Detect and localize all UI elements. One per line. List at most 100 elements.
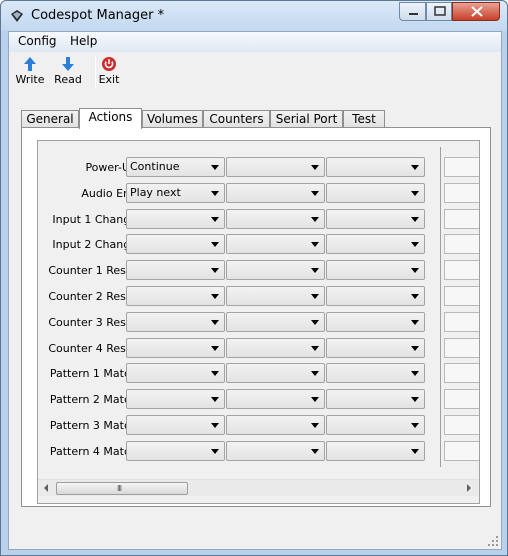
action-dropdown[interactable] <box>226 234 325 255</box>
action-dropdown[interactable] <box>326 208 425 229</box>
action-dropdown[interactable] <box>326 440 425 461</box>
close-icon <box>471 6 483 17</box>
action-cell-partial[interactable] <box>444 208 479 229</box>
action-cell-partial[interactable] <box>444 182 479 203</box>
action-cell-partial[interactable] <box>444 157 479 177</box>
chevron-down-icon <box>311 294 319 299</box>
action-dropdown[interactable] <box>226 363 325 384</box>
action-dropdown[interactable] <box>326 234 425 255</box>
chevron-down-icon <box>311 345 319 351</box>
action-dropdown[interactable] <box>126 311 225 332</box>
action-cell-partial[interactable] <box>444 311 479 332</box>
action-dropdown[interactable] <box>326 337 425 358</box>
scroll-right-arrow-icon[interactable] <box>467 484 471 492</box>
action-dropdown[interactable] <box>126 286 225 306</box>
action-dropdown[interactable] <box>126 415 225 435</box>
action-dropdown[interactable] <box>326 363 425 384</box>
tab-counters[interactable]: Counters <box>203 110 270 128</box>
action-row-label: Pattern 3 Match <box>49 419 137 432</box>
scroll-left-arrow-icon[interactable] <box>44 484 48 492</box>
action-dropdown[interactable] <box>226 440 325 461</box>
power-icon <box>102 57 116 71</box>
action-dropdown[interactable] <box>126 440 225 461</box>
exit-label: Exit <box>98 73 120 86</box>
action-dropdown[interactable] <box>326 157 425 177</box>
action-dropdown[interactable] <box>226 286 325 306</box>
chevron-down-icon <box>311 371 319 377</box>
action-dropdown[interactable] <box>326 182 425 203</box>
action-dropdown[interactable] <box>126 260 225 281</box>
tab-serial-port[interactable]: Serial Port <box>270 110 343 128</box>
action-row-label: Pattern 4 Match <box>49 444 137 458</box>
action-cell-partial[interactable] <box>444 286 479 306</box>
maximize-icon <box>434 6 446 16</box>
tab-general[interactable]: General <box>21 110 79 128</box>
menu-bar: Config Help <box>9 32 501 52</box>
action-dropdown[interactable] <box>226 260 325 281</box>
close-button[interactable] <box>452 2 500 21</box>
action-dropdown[interactable] <box>326 286 425 306</box>
action-dropdown[interactable] <box>326 389 425 410</box>
action-cell-partial[interactable] <box>444 260 479 281</box>
minimize-button[interactable] <box>399 2 426 21</box>
action-row: Audio End Play next <box>38 182 479 205</box>
action-row: Pattern 1 Match <box>38 363 479 385</box>
action-dropdown[interactable] <box>126 363 225 384</box>
chevron-down-icon <box>211 397 219 403</box>
resize-grip-icon[interactable] <box>487 535 499 547</box>
chevron-down-icon <box>311 319 319 325</box>
chevron-down-icon <box>411 319 419 325</box>
chevron-down-icon <box>411 423 419 428</box>
action-dropdown[interactable] <box>226 157 325 177</box>
action-dropdown[interactable] <box>226 415 325 435</box>
action-dropdown[interactable] <box>326 260 425 281</box>
action-dropdown[interactable] <box>126 234 225 255</box>
app-window: Codespot Manager * Config Help Write Rea… <box>0 0 508 556</box>
action-row: Counter 4 Reset <box>38 337 479 360</box>
chevron-down-icon <box>311 242 319 248</box>
action-dropdown[interactable]: Continue <box>126 157 225 177</box>
tab-strip: General Actions Volumes Counters Serial … <box>21 108 491 129</box>
title-bar[interactable]: Codespot Manager * <box>1 1 507 31</box>
action-cell-partial[interactable] <box>444 415 479 435</box>
horizontal-scrollbar[interactable]: III <box>38 479 479 496</box>
chevron-down-icon <box>211 216 219 222</box>
chevron-down-icon <box>211 423 219 428</box>
action-row-label: Input 2 Change <box>52 238 137 252</box>
action-cell-partial[interactable] <box>444 440 479 461</box>
menu-help[interactable]: Help <box>68 34 99 48</box>
actions-scroll-area[interactable]: Power-Up Continue Audio End Play next Input … <box>37 140 480 504</box>
menu-config[interactable]: Config <box>16 34 59 48</box>
action-row-label: Counter 3 Reset <box>48 315 137 329</box>
chevron-down-icon <box>411 345 419 351</box>
window-title: Codespot Manager * <box>31 8 165 23</box>
tab-test[interactable]: Test <box>343 110 385 128</box>
write-button[interactable]: Write <box>10 56 50 92</box>
exit-button[interactable]: Exit <box>89 56 129 92</box>
action-cell-partial[interactable] <box>444 363 479 384</box>
action-dropdown[interactable] <box>226 311 325 332</box>
action-dropdown[interactable] <box>326 415 425 435</box>
action-cell-partial[interactable] <box>444 337 479 358</box>
action-cell-partial[interactable] <box>444 234 479 255</box>
action-dropdown[interactable] <box>226 337 325 358</box>
scrollbar-grip: III <box>117 484 122 493</box>
action-dropdown[interactable] <box>226 389 325 410</box>
maximize-button[interactable] <box>426 2 452 21</box>
action-dropdown[interactable] <box>126 208 225 229</box>
action-dropdown[interactable] <box>126 337 225 358</box>
chevron-down-icon <box>211 242 219 248</box>
action-dropdown[interactable]: Play next <box>126 182 225 203</box>
read-button[interactable]: Read <box>48 56 88 92</box>
chevron-down-icon <box>211 319 219 325</box>
chevron-down-icon <box>411 371 419 377</box>
tab-volumes[interactable]: Volumes <box>142 110 203 128</box>
action-dropdown[interactable] <box>326 311 425 332</box>
action-row: Pattern 3 Match <box>38 415 479 437</box>
tab-actions[interactable]: Actions <box>79 108 142 129</box>
action-dropdown[interactable] <box>226 208 325 229</box>
scrollbar-thumb[interactable]: III <box>56 482 188 495</box>
action-dropdown[interactable] <box>226 182 325 203</box>
action-dropdown[interactable] <box>126 389 225 410</box>
action-cell-partial[interactable] <box>444 389 479 410</box>
